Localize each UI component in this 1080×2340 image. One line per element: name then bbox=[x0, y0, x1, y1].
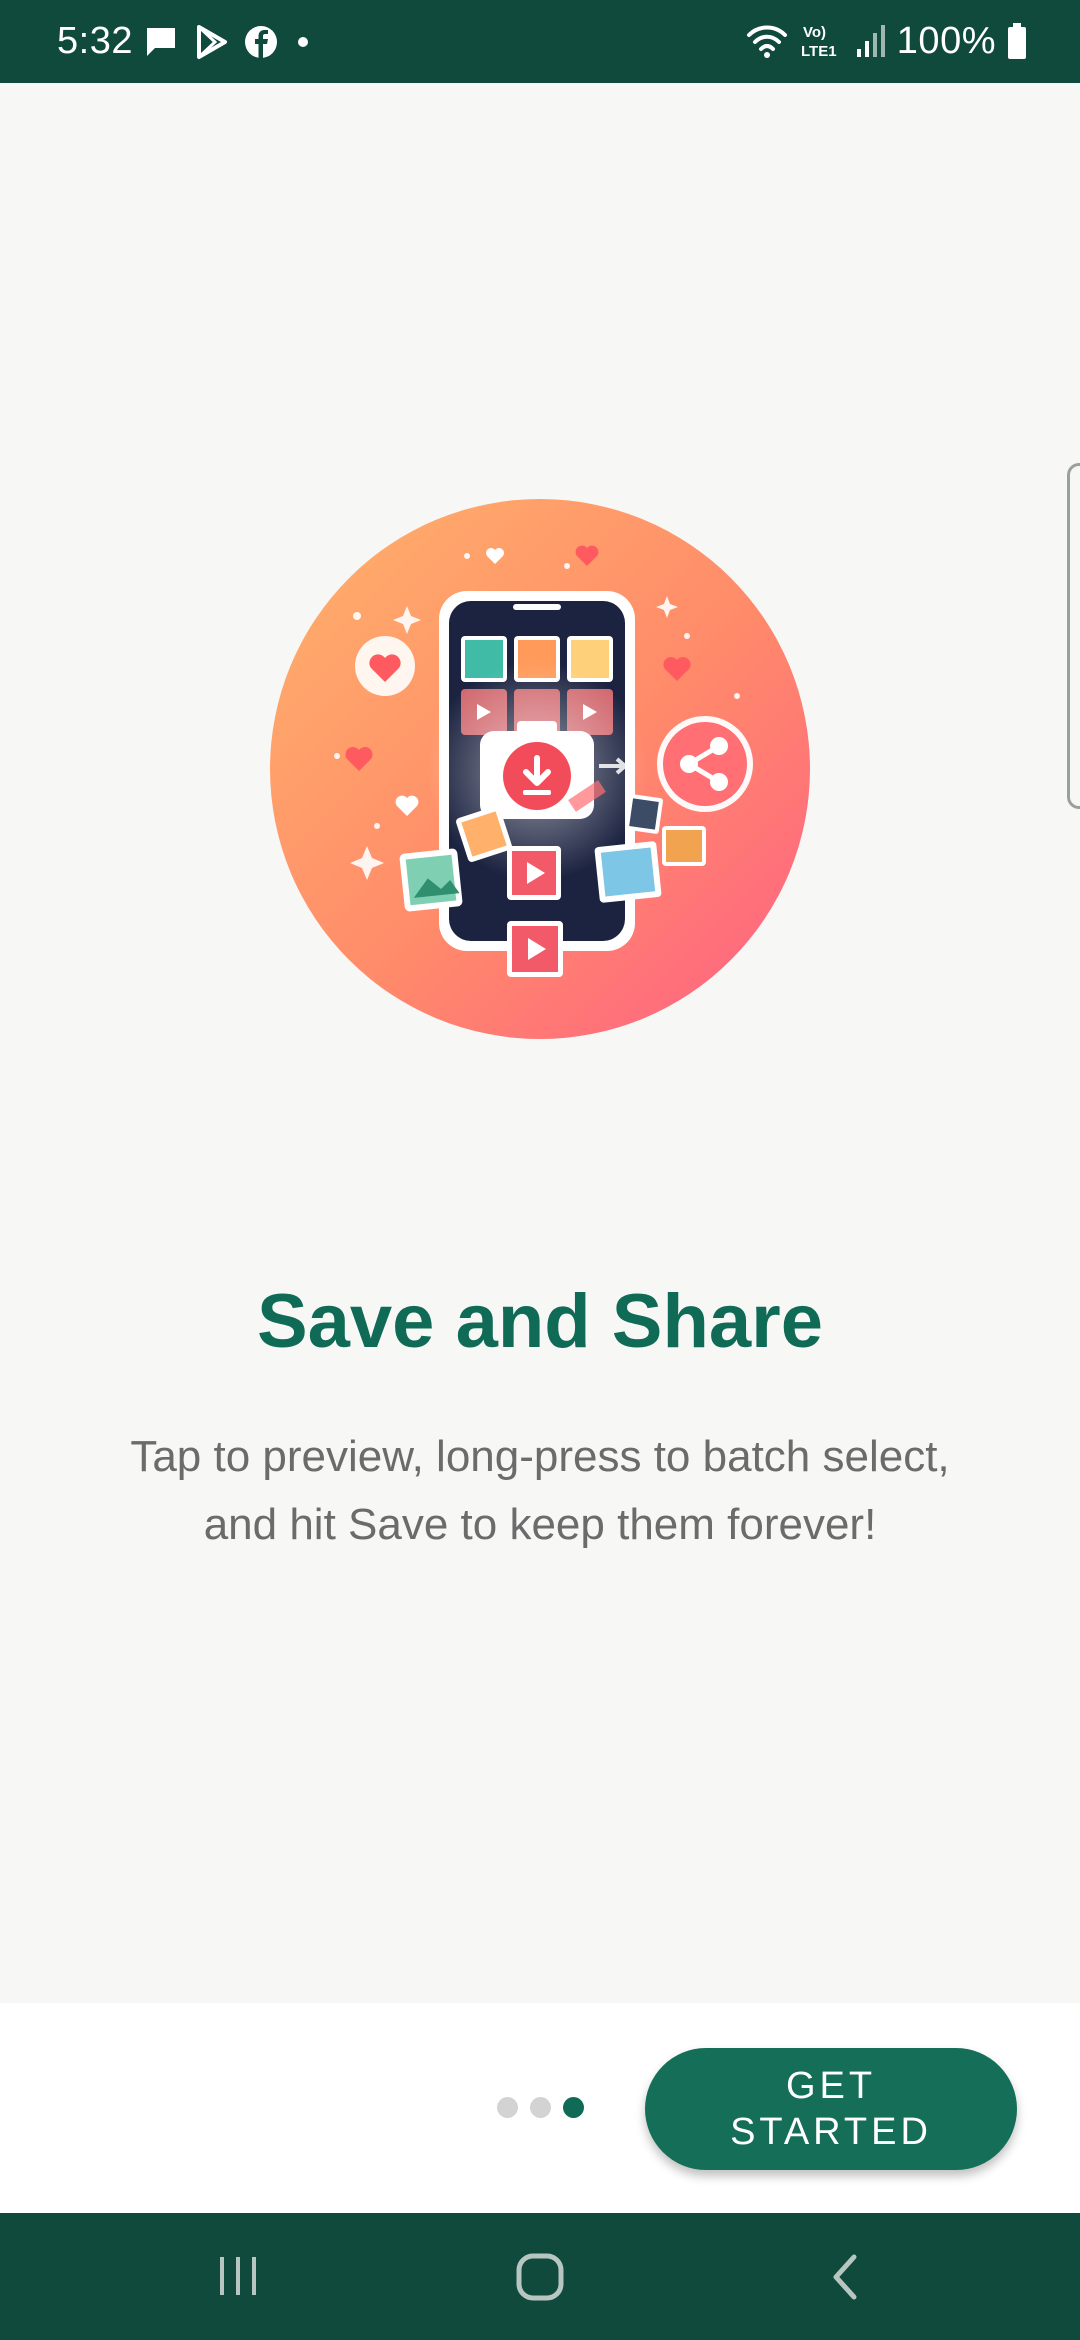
facebook-icon bbox=[245, 26, 277, 58]
home-icon[interactable] bbox=[514, 2251, 566, 2303]
wifi-icon bbox=[746, 25, 787, 58]
status-bar: 5:32 Vo) LTE1 100% bbox=[0, 0, 1080, 83]
onboarding-footer: GET STARTED bbox=[0, 2003, 1080, 2213]
page-dot-active bbox=[563, 2097, 584, 2118]
system-status-icons: Vo) LTE1 100% bbox=[745, 18, 1028, 64]
message-icon bbox=[147, 28, 175, 56]
page-dot bbox=[530, 2097, 551, 2118]
recents-icon[interactable] bbox=[214, 2251, 262, 2301]
save-and-share-illustration bbox=[270, 499, 810, 1039]
signal-icon bbox=[856, 25, 885, 57]
notification-icons bbox=[143, 20, 313, 64]
onboarding-page: Save and Share Tap to preview, long-pres… bbox=[0, 83, 1080, 2003]
page-title: Save and Share bbox=[256, 1279, 824, 1364]
description-line: Tap to preview, long-press to batch sele… bbox=[130, 1432, 950, 1481]
get-started-button[interactable]: GET STARTED bbox=[645, 2048, 1017, 2170]
page-indicator bbox=[497, 2097, 584, 2118]
svg-text:LTE1: LTE1 bbox=[801, 43, 837, 60]
edge-panel-handle[interactable] bbox=[1067, 463, 1080, 809]
page-dot bbox=[497, 2097, 518, 2118]
volte-icon: Vo) LTE1 bbox=[801, 24, 837, 60]
status-time: 5:32 bbox=[57, 20, 133, 62]
svg-text:Vo): Vo) bbox=[803, 24, 826, 41]
description-line: and hit Save to keep them forever! bbox=[203, 1500, 877, 1549]
back-icon[interactable] bbox=[826, 2251, 862, 2303]
play-store-icon bbox=[197, 25, 227, 59]
page-description: Tap to preview, long-press to batch sele… bbox=[70, 1423, 1010, 1559]
dot-icon bbox=[298, 37, 308, 47]
navigation-bar bbox=[0, 2213, 1080, 2340]
battery-icon bbox=[1008, 23, 1026, 59]
battery-percent: 100% bbox=[896, 19, 996, 62]
